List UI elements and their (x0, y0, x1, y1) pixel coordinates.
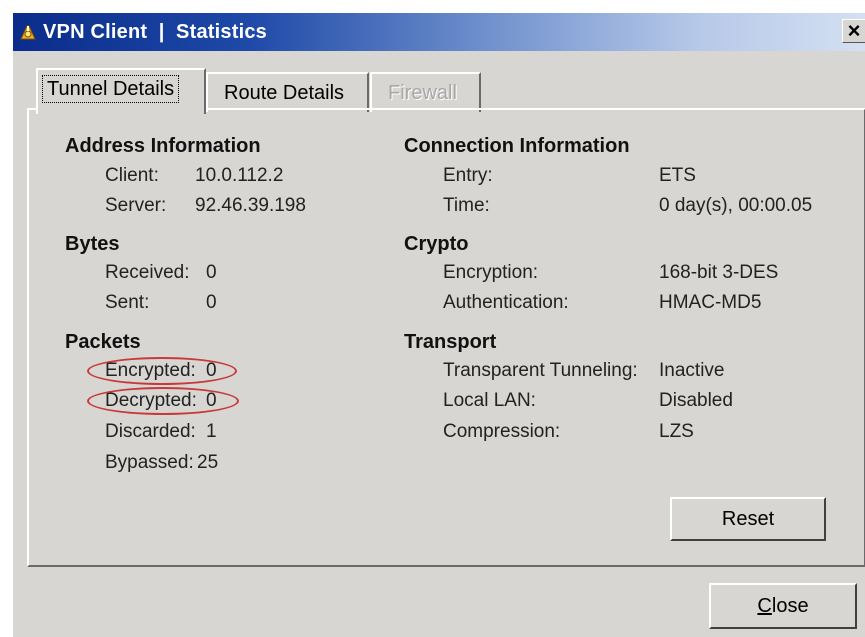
encryption-value: 168-bit 3-DES (659, 262, 779, 283)
packets-heading: Packets (65, 331, 141, 353)
local-lan-label: Local LAN: (443, 390, 536, 411)
server-value: 92.46.39.198 (195, 195, 306, 216)
statistics-window: VPN Client | Statistics × Tunnel Details… (12, 12, 865, 637)
window-title: VPN Client | Statistics (43, 21, 267, 43)
connection-information-heading: Connection Information (404, 135, 630, 157)
tab-firewall[interactable]: Firewall (370, 72, 481, 112)
title-bar[interactable]: VPN Client | Statistics × (13, 13, 865, 51)
bytes-heading: Bytes (65, 233, 120, 255)
close-icon: × (847, 18, 861, 43)
bytes-received-value: 0 (206, 262, 217, 283)
packets-encrypted-value: 0 (206, 360, 217, 381)
client-label: Client: (105, 165, 159, 186)
packets-bypassed-value: 25 (197, 452, 219, 473)
server-label: Server: (105, 195, 167, 216)
time-label: Time: (443, 195, 490, 216)
compression-label: Compression: (443, 421, 561, 442)
close-button-label-rest: lose (771, 594, 809, 617)
bytes-sent-label: Sent: (105, 292, 150, 313)
reset-button[interactable]: Reset (670, 497, 826, 541)
tab-firewall-label: Firewall (388, 82, 457, 104)
transparent-tunneling-value: Inactive (659, 360, 725, 381)
close-window-button[interactable]: × (842, 19, 865, 43)
packets-bypassed-label: Bypassed: (105, 452, 194, 473)
packets-decrypted-value: 0 (206, 390, 217, 411)
tab-tunnel-details-label: Tunnel Details (41, 75, 180, 103)
packets-discarded-value: 1 (206, 421, 217, 442)
entry-label: Entry: (443, 165, 493, 186)
transparent-tunneling-label: Transparent Tunneling: (443, 360, 638, 381)
local-lan-value: Disabled (659, 390, 733, 411)
crypto-heading: Crypto (404, 233, 469, 255)
packets-decrypted-label: Decrypted: (105, 390, 197, 411)
transport-heading: Transport (404, 331, 497, 353)
client-value: 10.0.112.2 (195, 165, 284, 186)
authentication-label: Authentication: (443, 292, 569, 313)
address-information-heading: Address Information (65, 135, 261, 157)
bytes-received-label: Received: (105, 262, 190, 283)
entry-value: ETS (659, 165, 696, 186)
close-button-mnemonic: C (757, 594, 772, 617)
encryption-label: Encryption: (443, 262, 539, 283)
close-button[interactable]: Close (709, 583, 857, 629)
tab-tunnel-details[interactable]: Tunnel Details (36, 68, 206, 114)
packets-discarded-label: Discarded: (105, 421, 196, 442)
authentication-value: HMAC-MD5 (659, 292, 762, 313)
tab-route-details[interactable]: Route Details (206, 72, 369, 112)
vpn-lock-icon (20, 25, 36, 40)
compression-value: LZS (659, 421, 694, 442)
packets-encrypted-label: Encrypted: (105, 360, 196, 381)
time-value: 0 day(s), 00:00.05 (659, 195, 813, 216)
tab-route-details-label: Route Details (224, 82, 345, 104)
bytes-sent-value: 0 (206, 292, 217, 313)
